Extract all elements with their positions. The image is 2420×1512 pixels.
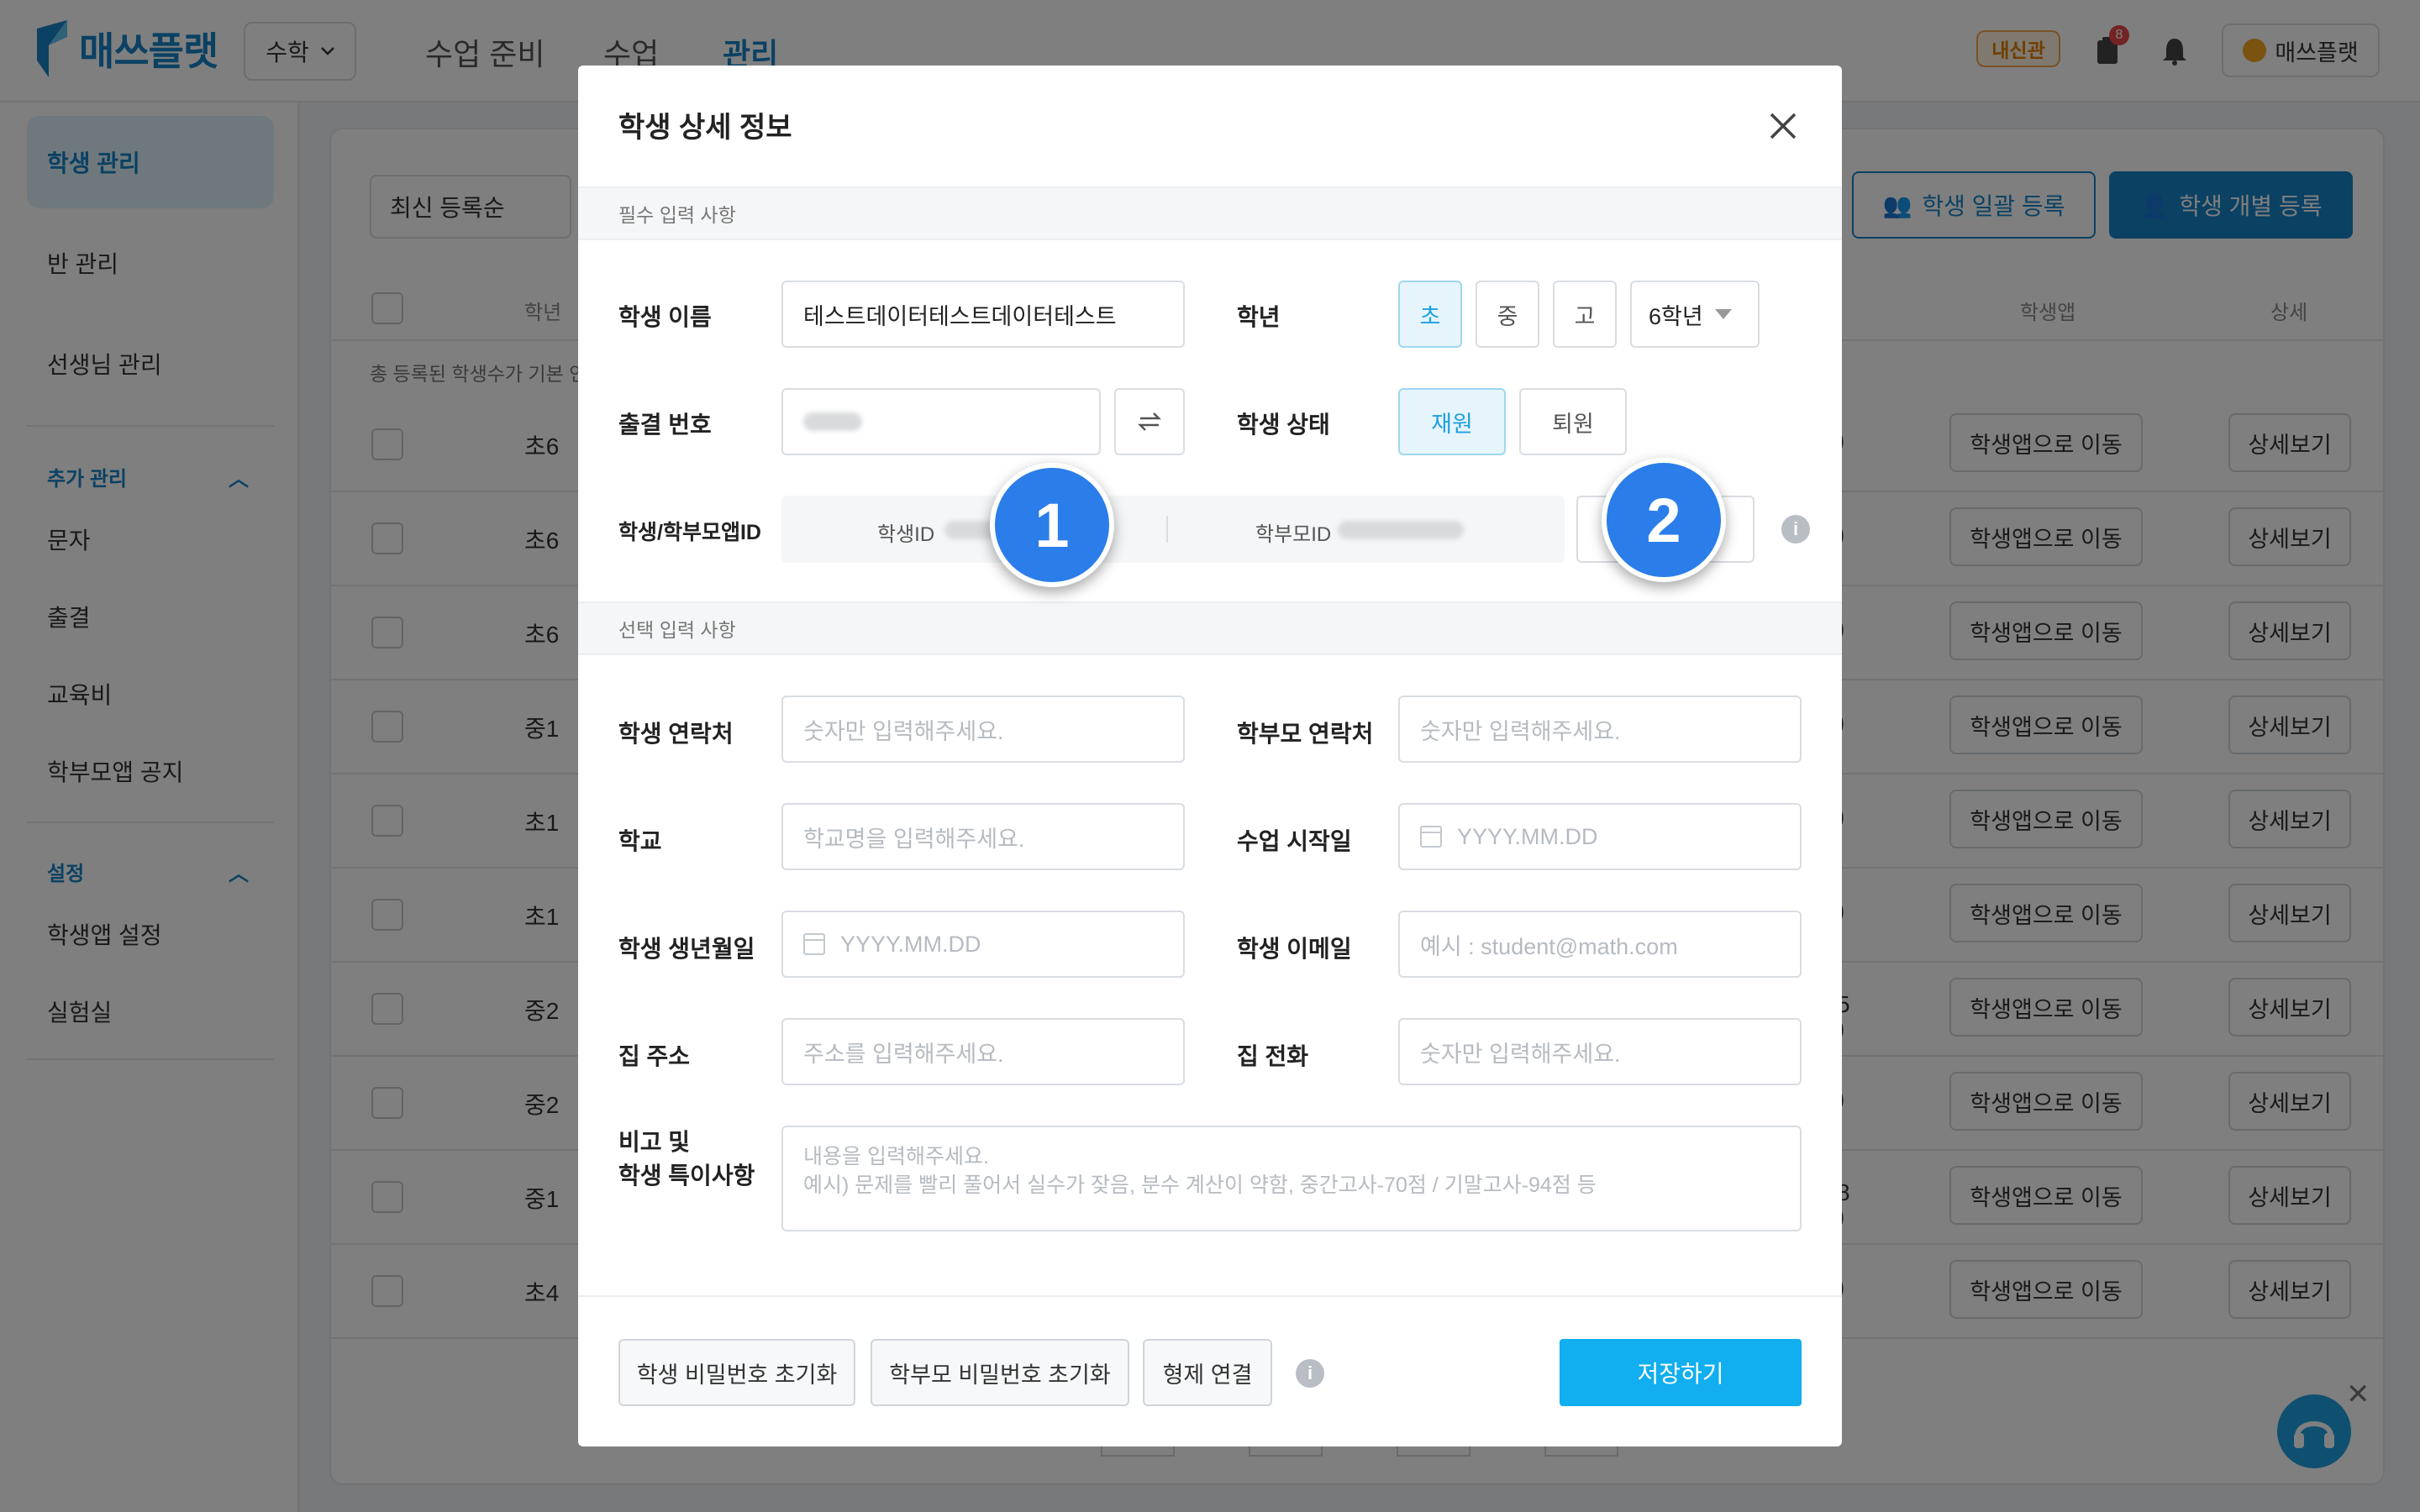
swap-icon <box>1137 412 1162 431</box>
class-start-date-input[interactable]: YYYY.MM.DD <box>1398 803 1802 870</box>
birthdate-input[interactable]: YYYY.MM.DD <box>781 911 1185 978</box>
modal-title: 학생 상세 정보 <box>618 112 792 144</box>
student-phone-input[interactable]: 숫자만 입력해주세요. <box>781 696 1185 763</box>
attendance-number-input[interactable] <box>781 388 1101 455</box>
notes-label: 비고 및 학생 특이사항 <box>618 1126 755 1193</box>
optional-section-header: 선택 입력 사항 <box>578 601 1842 655</box>
notes-placeholder-line2: 예시) 문제를 빨리 풀어서 실수가 잦음, 분수 계산이 약함, 중간고사-7… <box>803 1173 1597 1197</box>
email-input[interactable]: 예시 : student@math.com <box>1398 911 1802 978</box>
save-button[interactable]: 저장하기 <box>1560 1339 1802 1406</box>
student-name-input[interactable]: 테스트데이터테스트데이터테스트 <box>781 281 1185 348</box>
blurred-value <box>803 412 862 431</box>
reset-parent-password-button[interactable]: 학부모 비밀번호 초기화 <box>871 1339 1129 1406</box>
date-placeholder: YYYY.MM.DD <box>840 931 981 957</box>
home-phone-input[interactable]: 숫자만 입력해주세요. <box>1398 1018 1802 1085</box>
info-icon[interactable]: i <box>1296 1359 1324 1388</box>
date-placeholder: YYYY.MM.DD <box>1457 823 1598 849</box>
divider <box>1166 516 1168 543</box>
grade-label: 학년 <box>1237 304 1281 330</box>
refresh-attendance-button[interactable] <box>1114 388 1185 455</box>
address-label: 집 주소 <box>618 1043 691 1069</box>
birthdate-label: 학생 생년월일 <box>618 936 755 962</box>
student-status-label: 학생 상태 <box>1237 412 1330 438</box>
status-enrolled[interactable]: 재원 <box>1398 388 1506 455</box>
parent-id-label: 학부모ID <box>1255 523 1332 546</box>
parent-phone-label: 학부모 연락처 <box>1237 721 1374 747</box>
attendance-number-label: 출결 번호 <box>618 412 712 438</box>
home-phone-label: 집 전화 <box>1237 1043 1309 1069</box>
notes-textarea[interactable]: 내용을 입력해주세요. 예시) 문제를 빨리 풀어서 실수가 잦음, 분수 계산… <box>781 1126 1802 1231</box>
required-section-header: 필수 입력 사항 <box>578 186 1842 240</box>
app-id-label: 학생/학부모앱ID <box>618 521 761 544</box>
grade-select-value: 6학년 <box>1649 303 1703 329</box>
grade-level-high[interactable]: 고 <box>1553 281 1617 348</box>
student-name-label: 학생 이름 <box>618 304 712 330</box>
caret-down-icon <box>1714 309 1732 319</box>
calendar-icon <box>803 933 825 955</box>
student-phone-label: 학생 연락처 <box>618 721 734 747</box>
grade-select[interactable]: 6학년 <box>1630 281 1760 348</box>
address-input[interactable]: 주소를 입력해주세요. <box>781 1018 1185 1085</box>
school-label: 학교 <box>618 828 662 854</box>
status-withdrawn[interactable]: 퇴원 <box>1519 388 1627 455</box>
footer-divider <box>578 1295 1842 1297</box>
email-label: 학생 이메일 <box>1237 936 1352 962</box>
grade-level-elementary[interactable]: 초 <box>1398 281 1462 348</box>
reset-student-password-button[interactable]: 학생 비밀번호 초기화 <box>618 1339 855 1406</box>
class-start-label: 수업 시작일 <box>1237 828 1352 854</box>
notes-placeholder-line1: 내용을 입력해주세요. <box>803 1145 989 1168</box>
step-marker-2: 2 <box>1602 458 1726 582</box>
parent-id-value <box>1338 521 1464 539</box>
student-detail-modal: 학생 상세 정보 필수 입력 사항 학생 이름 테스트데이터테스트데이터테스트 … <box>578 66 1842 1446</box>
app-id-box: 학생ID 학부모ID <box>781 496 1565 563</box>
school-input[interactable]: 학교명을 입력해주세요. <box>781 803 1185 870</box>
info-icon[interactable]: i <box>1781 515 1810 543</box>
notes-label-line2: 학생 특이사항 <box>618 1163 755 1189</box>
student-id-label: 학생ID <box>877 523 935 546</box>
grade-level-middle[interactable]: 중 <box>1476 281 1539 348</box>
notes-label-line1: 비고 및 <box>618 1129 691 1155</box>
close-icon[interactable] <box>1765 108 1802 144</box>
calendar-icon <box>1420 826 1442 848</box>
step-marker-1: 1 <box>990 463 1114 587</box>
sibling-link-button[interactable]: 형제 연결 <box>1143 1339 1272 1406</box>
parent-phone-input[interactable]: 숫자만 입력해주세요. <box>1398 696 1802 763</box>
